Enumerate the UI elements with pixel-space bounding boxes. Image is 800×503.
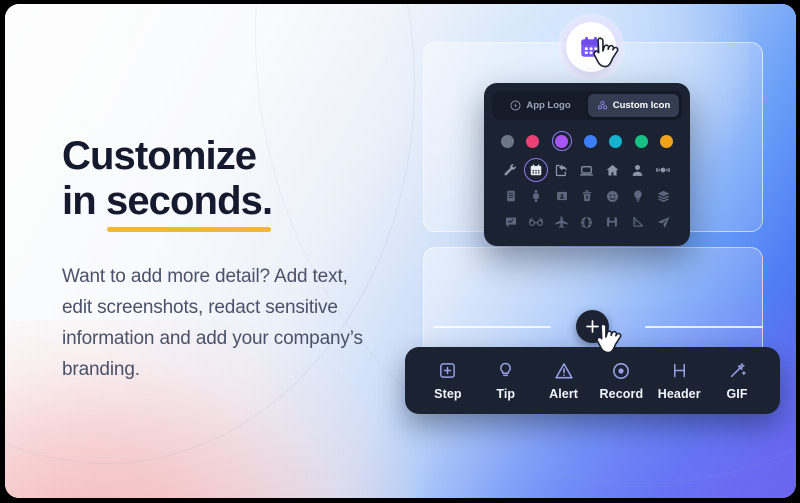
record-dot-icon xyxy=(611,361,631,381)
hero-copy: Customize in seconds. Want to add more d… xyxy=(62,134,392,385)
cluster-dots-icon xyxy=(597,100,607,110)
picker-tab-bar: App Logo Custom Icon xyxy=(492,91,682,120)
toolbar-label-alert: Alert xyxy=(549,386,579,401)
picker-icon-smiley[interactable] xyxy=(600,184,624,208)
picker-icon-laptop[interactable] xyxy=(575,158,599,182)
picker-icon-person[interactable] xyxy=(626,158,650,182)
toolbar-item-step[interactable]: Step xyxy=(426,361,470,401)
picker-icon-lightbulb[interactable] xyxy=(626,184,650,208)
plus-square-icon xyxy=(438,361,457,381)
picker-icon-home[interactable] xyxy=(600,158,624,182)
picker-icon-send[interactable] xyxy=(651,210,675,234)
add-step-button[interactable] xyxy=(576,310,609,343)
hero-body-text: Want to add more detail? Add text, edit … xyxy=(62,266,363,380)
picker-icon-glasses[interactable] xyxy=(524,210,548,234)
badge-disc xyxy=(566,22,616,72)
picker-icon-save-disk[interactable] xyxy=(600,210,624,234)
annotation-toolbar: Step Tip Alert Record Header GIF xyxy=(405,347,780,414)
floating-icon-badge[interactable] xyxy=(557,13,625,81)
picker-icon-airplane[interactable] xyxy=(550,210,574,234)
headline-prefix: in xyxy=(62,179,106,224)
color-swatch-purple-selected[interactable] xyxy=(551,131,572,151)
picker-icon-handshake[interactable] xyxy=(651,158,675,182)
headline-line-1: Customize xyxy=(62,134,257,178)
plus-icon xyxy=(586,320,599,333)
picker-icon-layers[interactable] xyxy=(651,184,675,208)
page-title: Customize in seconds. xyxy=(62,134,392,233)
picker-icon-comment-check[interactable] xyxy=(499,210,523,234)
toolbar-label-record: Record xyxy=(599,386,644,401)
toolbar-label-gif: GIF xyxy=(726,386,748,401)
picker-icon-globe[interactable] xyxy=(575,210,599,234)
magic-wand-icon xyxy=(728,361,747,381)
divider-segment-left xyxy=(433,326,551,328)
picker-icon-share-export[interactable] xyxy=(550,158,574,182)
background-canvas: Customize in seconds. Want to add more d… xyxy=(5,4,796,498)
color-swatch-green[interactable] xyxy=(634,134,648,148)
color-swatch-purple-dot xyxy=(555,134,569,148)
picker-icon-clipboard[interactable] xyxy=(499,184,523,208)
calendar-icon xyxy=(581,36,601,57)
color-swatch-gray[interactable] xyxy=(501,134,514,148)
toolbar-item-tip[interactable]: Tip xyxy=(484,361,528,401)
icon-picker-popover: App Logo Custom Icon xyxy=(484,83,690,246)
color-swatch-pink[interactable] xyxy=(526,134,540,148)
heading-h-icon xyxy=(670,361,689,381)
color-swatch-row xyxy=(492,120,682,158)
color-swatch-orange[interactable] xyxy=(659,134,673,148)
toolbar-item-alert[interactable]: Alert xyxy=(542,361,586,401)
toolbar-label-header: Header xyxy=(657,386,701,401)
toolbar-item-record[interactable]: Record xyxy=(599,361,643,401)
divider-segment-right xyxy=(645,326,763,328)
toolbar-label-step: Step xyxy=(434,386,462,401)
bolt-circle-icon xyxy=(510,100,521,111)
toolbar-item-header[interactable]: Header xyxy=(657,361,701,401)
picker-icon-id-card[interactable] xyxy=(550,184,574,208)
screenshot-root: Customize in seconds. Want to add more d… xyxy=(0,0,800,503)
tab-custom-icon[interactable]: Custom Icon xyxy=(588,94,679,117)
tab-custom-icon-label: Custom Icon xyxy=(612,100,671,111)
tab-app-logo-label: App Logo xyxy=(526,100,571,111)
headline-line-2: in seconds. xyxy=(62,179,392,233)
picker-icon-trash[interactable] xyxy=(575,184,599,208)
toolbar-label-tip: Tip xyxy=(496,386,516,401)
picker-icon-wrench[interactable] xyxy=(499,158,523,182)
picker-icon-watch[interactable] xyxy=(524,184,548,208)
picker-icon-calendar[interactable] xyxy=(524,158,549,182)
icon-grid xyxy=(492,158,682,238)
toolbar-item-gif[interactable]: GIF xyxy=(715,361,759,401)
warning-triangle-icon xyxy=(554,361,574,381)
headline-underlined-word: seconds. xyxy=(105,179,273,233)
picker-icon-ruler[interactable] xyxy=(626,210,650,234)
tab-app-logo[interactable]: App Logo xyxy=(495,94,586,117)
color-swatch-cyan[interactable] xyxy=(609,134,623,148)
lightbulb-icon xyxy=(496,361,515,381)
color-swatch-blue[interactable] xyxy=(583,134,597,148)
